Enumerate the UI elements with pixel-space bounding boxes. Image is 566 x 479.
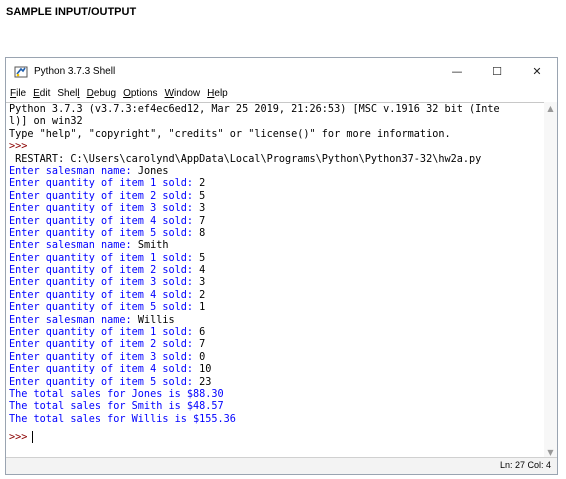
status-bar: Ln: 27 Col: 4 bbox=[6, 457, 557, 474]
shell-prompt-text: Enter salesman name: bbox=[9, 314, 138, 326]
shell-output-area[interactable]: Python 3.7.3 (v3.7.3:ef4ec6ed12, Mar 25 … bbox=[6, 102, 557, 460]
shell-prompt-text: Enter salesman name: bbox=[9, 165, 138, 177]
shell-line: Enter quantity of item 4 sold: 7 bbox=[9, 216, 543, 228]
scroll-up-arrow-icon[interactable]: ▲ bbox=[544, 102, 557, 115]
menu-debug[interactable]: Debug bbox=[87, 88, 116, 99]
menu-window[interactable]: Window bbox=[165, 88, 201, 99]
shell-prompt-text: Enter quantity of item 3 sold: bbox=[9, 203, 200, 215]
shell-prompt-text: Enter quantity of item 2 sold: bbox=[9, 190, 200, 202]
shell-text-line: RESTART: C:\Users\carolynd\AppData\Local… bbox=[9, 153, 482, 165]
shell-user-input: 3 bbox=[199, 203, 206, 215]
shell-user-input: 7 bbox=[199, 339, 206, 351]
shell-user-input: 4 bbox=[199, 265, 206, 277]
shell-text-line: >>> bbox=[9, 141, 34, 153]
shell-prompt-text: Enter quantity of item 2 sold: bbox=[9, 339, 200, 351]
shell-line: Enter quantity of item 4 sold: 2 bbox=[9, 290, 543, 302]
shell-line: Enter quantity of item 5 sold: 8 bbox=[9, 228, 543, 240]
shell-text-line: Python 3.7.3 (v3.7.3:ef4ec6ed12, Mar 25 … bbox=[9, 104, 500, 115]
menu-shell[interactable]: Shell bbox=[57, 88, 79, 99]
shell-prompt-text: Enter quantity of item 5 sold: bbox=[9, 302, 200, 314]
shell-text: Python 3.7.3 (v3.7.3:ef4ec6ed12, Mar 25 … bbox=[9, 104, 543, 426]
shell-user-input: 2 bbox=[199, 178, 206, 190]
shell-line: The total sales for Jones is $88.30 bbox=[9, 389, 543, 401]
maximize-button[interactable]: ☐ bbox=[477, 58, 517, 85]
shell-user-input: 1 bbox=[199, 302, 206, 314]
shell-line: Enter quantity of item 3 sold: 3 bbox=[9, 277, 543, 289]
shell-line: Enter quantity of item 2 sold: 4 bbox=[9, 265, 543, 277]
shell-line: Enter quantity of item 1 sold: 6 bbox=[9, 327, 543, 339]
menu-edit[interactable]: Edit bbox=[33, 88, 50, 99]
shell-user-input: 6 bbox=[199, 327, 206, 339]
shell-prompt-text: Enter quantity of item 5 sold: bbox=[9, 376, 200, 388]
shell-user-input: 5 bbox=[199, 190, 206, 202]
shell-line: Enter salesman name: Jones bbox=[9, 166, 543, 178]
shell-user-input: 0 bbox=[199, 351, 206, 363]
vertical-scrollbar[interactable]: ▲ ▼ bbox=[544, 102, 557, 459]
shell-line: Enter salesman name: Willis bbox=[9, 315, 543, 327]
shell-prompt: >>> bbox=[9, 431, 28, 443]
shell-line: Enter quantity of item 1 sold: 5 bbox=[9, 253, 543, 265]
shell-line: Enter quantity of item 3 sold: 0 bbox=[9, 352, 543, 364]
window-title: Python 3.7.3 Shell bbox=[34, 66, 116, 77]
shell-line: Enter salesman name: Smith bbox=[9, 240, 543, 252]
close-button[interactable]: ✕ bbox=[517, 58, 557, 85]
shell-user-input: 7 bbox=[199, 215, 206, 227]
menu-help[interactable]: Help bbox=[207, 88, 228, 99]
shell-user-input: 5 bbox=[199, 252, 206, 264]
shell-user-input: 3 bbox=[199, 277, 206, 289]
shell-user-input: 23 bbox=[199, 376, 212, 388]
shell-prompt-text: Enter quantity of item 3 sold: bbox=[9, 351, 200, 363]
shell-prompt-text: Enter salesman name: bbox=[9, 240, 138, 252]
shell-output-text: The total sales for Willis is $155.36 bbox=[9, 413, 236, 425]
python-shell-window: Python 3.7.3 Shell — ☐ ✕ File Edit Shell De… bbox=[5, 57, 558, 475]
shell-prompt-text: Enter quantity of item 3 sold: bbox=[9, 277, 200, 289]
shell-text-line: l)] on win32 bbox=[9, 116, 83, 128]
shell-line: RESTART: C:\Users\carolynd\AppData\Local… bbox=[9, 154, 543, 166]
shell-output-text: The total sales for Jones is $88.30 bbox=[9, 388, 224, 400]
shell-prompt-text: Enter quantity of item 1 sold: bbox=[9, 178, 200, 190]
shell-line: Enter quantity of item 4 sold: 10 bbox=[9, 364, 543, 376]
shell-user-input: 2 bbox=[199, 289, 206, 301]
shell-prompt-text: Enter quantity of item 2 sold: bbox=[9, 265, 200, 277]
shell-user-input: Smith bbox=[137, 240, 169, 252]
cursor-position: Ln: 27 Col: 4 bbox=[499, 460, 551, 470]
shell-prompt-text: Enter quantity of item 4 sold: bbox=[9, 215, 200, 227]
shell-line: Enter quantity of item 2 sold: 7 bbox=[9, 339, 543, 351]
shell-line: The total sales for Smith is $48.57 bbox=[9, 401, 543, 413]
shell-line: Enter quantity of item 2 sold: 5 bbox=[9, 191, 543, 203]
menu-file[interactable]: File bbox=[10, 88, 26, 99]
shell-prompt-text: Enter quantity of item 1 sold: bbox=[9, 327, 200, 339]
shell-text-line: Type "help", "copyright", "credits" or "… bbox=[9, 128, 451, 140]
menu-options[interactable]: Options bbox=[123, 88, 157, 99]
shell-user-input: Willis bbox=[137, 314, 175, 326]
page-heading: SAMPLE INPUT/OUTPUT bbox=[6, 6, 137, 18]
shell-output-text: The total sales for Smith is $48.57 bbox=[9, 401, 224, 413]
shell-line: Type "help", "copyright", "credits" or "… bbox=[9, 129, 543, 141]
shell-line: The total sales for Willis is $155.36 bbox=[9, 414, 543, 426]
shell-prompt-text: Enter quantity of item 4 sold: bbox=[9, 364, 200, 376]
shell-line: Enter quantity of item 1 sold: 2 bbox=[9, 178, 543, 190]
shell-prompt-text: Enter quantity of item 4 sold: bbox=[9, 289, 200, 301]
python-icon bbox=[14, 65, 28, 79]
shell-prompt-text: Enter quantity of item 1 sold: bbox=[9, 252, 200, 264]
shell-user-input: 8 bbox=[199, 227, 206, 239]
shell-user-input: Jones bbox=[137, 165, 169, 177]
minimize-button[interactable]: — bbox=[437, 58, 477, 85]
shell-user-input: 10 bbox=[199, 364, 212, 376]
shell-line: Enter quantity of item 5 sold: 1 bbox=[9, 302, 543, 314]
shell-line: >>> bbox=[9, 141, 543, 153]
text-cursor bbox=[32, 431, 34, 443]
title-bar[interactable]: Python 3.7.3 Shell — ☐ ✕ bbox=[6, 58, 557, 85]
shell-line: l)] on win32 bbox=[9, 116, 543, 128]
shell-line: Enter quantity of item 3 sold: 3 bbox=[9, 203, 543, 215]
menu-bar: File Edit Shell Debug Options Window Help bbox=[6, 85, 557, 102]
shell-prompt-text: Enter quantity of item 5 sold: bbox=[9, 227, 200, 239]
shell-line: Python 3.7.3 (v3.7.3:ef4ec6ed12, Mar 25 … bbox=[9, 104, 543, 116]
shell-prompt-line[interactable]: >>> bbox=[9, 431, 34, 443]
shell-line: Enter quantity of item 5 sold: 23 bbox=[9, 377, 543, 389]
